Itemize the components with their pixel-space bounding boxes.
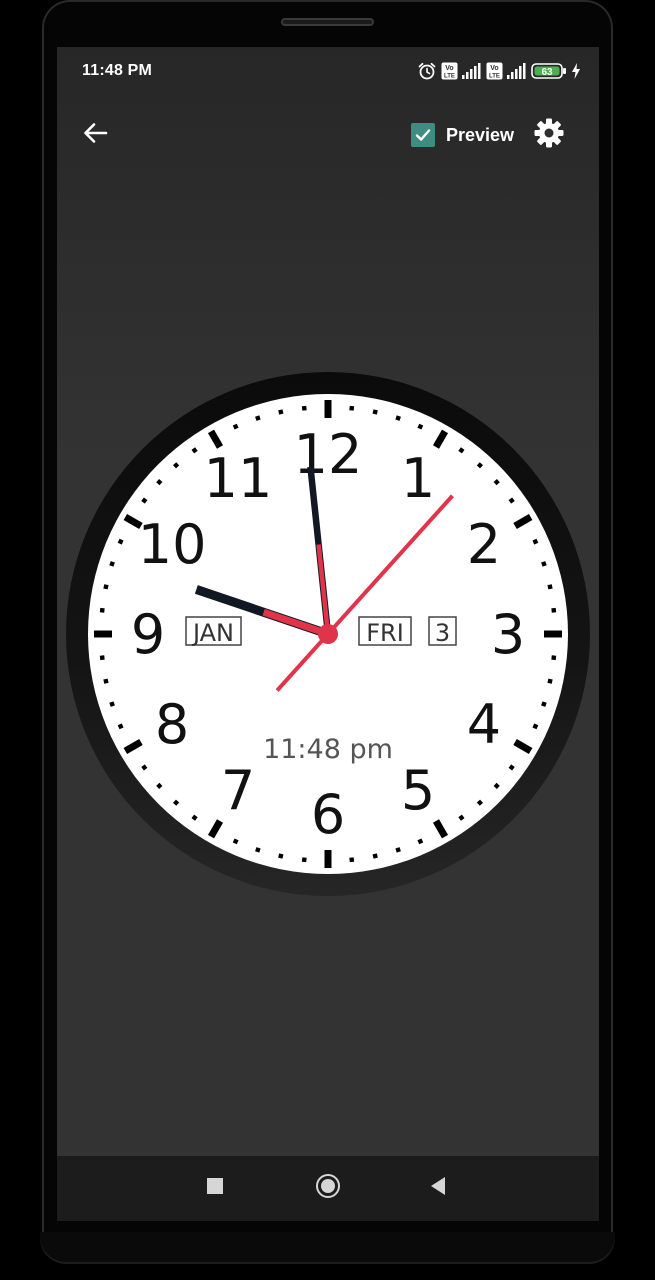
weekday-text: FRI <box>366 619 404 647</box>
back-button[interactable] <box>77 117 113 153</box>
weekday-box: FRI <box>358 616 412 647</box>
status-time: 11:48 PM <box>82 62 153 79</box>
clock-number: 8 <box>155 693 189 756</box>
gear-icon <box>533 117 565 154</box>
digital-time-text: 11:48 pm <box>263 734 393 765</box>
minute-tick <box>547 584 553 590</box>
clock-number: 5 <box>401 759 435 822</box>
signal-icon <box>462 63 482 79</box>
triangle-back-icon <box>429 1176 447 1201</box>
month-box: JAN <box>185 616 242 647</box>
minute-tick <box>99 655 105 661</box>
minute-tick <box>372 409 378 415</box>
home-button[interactable] <box>308 1168 348 1208</box>
battery-level: 63 <box>541 67 553 78</box>
clock-number: 3 <box>491 603 525 666</box>
minute-tick <box>103 584 109 590</box>
device: 11:48 PM Vo LTE Vo LTE 63 Preview 12 1 2… <box>0 0 655 1280</box>
minute-tick <box>278 853 284 859</box>
signal-icon <box>507 63 527 79</box>
clock-number: 10 <box>138 513 207 576</box>
minute-tick <box>349 857 355 863</box>
clock-number: 7 <box>221 759 255 822</box>
battery-icon: 63 <box>531 63 567 79</box>
clock-number: 6 <box>311 783 345 846</box>
volte-text-top: Vo <box>445 65 453 72</box>
clock-face-svg: 12 12 3 45678 9 1011 JAN FRI 3 11:48 pm <box>66 372 590 896</box>
navigation-bar <box>57 1156 599 1221</box>
minute-tick <box>103 678 109 684</box>
month-text: JAN <box>191 619 234 647</box>
volte-text-bottom: LTE <box>444 74 455 80</box>
volte-icon: Vo LTE <box>441 62 458 80</box>
minute-tick <box>349 405 355 411</box>
earpiece-speaker <box>281 18 374 26</box>
nav-back-button[interactable] <box>418 1168 458 1208</box>
preview-label: Preview <box>446 124 515 145</box>
preview-checkbox[interactable] <box>411 123 435 147</box>
toolbar: Preview <box>57 109 599 159</box>
preview-toggle[interactable]: Preview <box>411 121 514 149</box>
minute-tick <box>547 678 553 684</box>
minute-tick <box>551 607 557 613</box>
day-text: 3 <box>435 619 450 647</box>
device-bottom-bezel <box>40 1232 615 1262</box>
volte-icon: Vo LTE <box>486 62 503 80</box>
minute-tick <box>551 655 557 661</box>
square-icon <box>206 1177 224 1200</box>
minute-tick <box>372 853 378 859</box>
circle-icon <box>315 1173 341 1204</box>
clock-number: 11 <box>204 447 273 510</box>
center-cap <box>318 624 338 644</box>
minute-tick <box>301 405 307 411</box>
minute-tick <box>301 857 307 863</box>
clock-number: 12 <box>294 423 363 486</box>
svg-text:LTE: LTE <box>489 74 500 80</box>
settings-button[interactable] <box>531 117 567 153</box>
clock-number: 4 <box>467 693 501 756</box>
minute-tick <box>278 409 284 415</box>
alarm-icon <box>417 61 437 81</box>
status-bar: 11:48 PM Vo LTE Vo LTE 63 <box>57 47 599 95</box>
charging-icon <box>571 63 581 79</box>
arrow-left-icon <box>81 119 109 152</box>
check-icon <box>415 129 431 141</box>
status-icons: Vo LTE Vo LTE 63 <box>417 60 581 82</box>
clock-number: 9 <box>131 603 165 666</box>
recents-button[interactable] <box>195 1168 235 1208</box>
minute-tick <box>99 607 105 613</box>
clock-number: 2 <box>467 513 501 576</box>
screen: 11:48 PM Vo LTE Vo LTE 63 Preview 12 1 2… <box>57 47 599 1221</box>
clock-number: 1 <box>401 447 435 510</box>
svg-text:Vo: Vo <box>490 65 498 72</box>
analog-clock: 12 1 2 3 4 5 6 7 8 9 10 11 JAN FRI 3 11:48 pm <box>65 371 591 897</box>
